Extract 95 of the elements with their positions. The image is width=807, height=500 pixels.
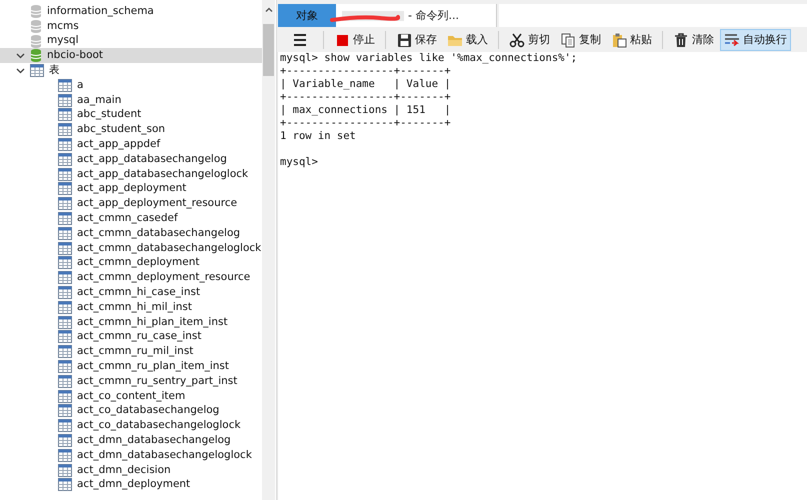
table-icon — [58, 168, 72, 181]
tree-item[interactable]: act_cmmn_ru_case_inst — [77, 330, 202, 344]
tree-item[interactable]: act_cmmn_hi_case_inst — [77, 286, 200, 300]
menu-icon — [292, 32, 308, 48]
tree-item[interactable]: mysql — [47, 34, 78, 48]
table-icon — [58, 94, 72, 107]
tree-item[interactable]: act_app_appdef — [77, 138, 160, 152]
tree-item[interactable]: act_co_databasechangelog — [77, 404, 220, 418]
table-icon — [58, 182, 72, 196]
table-icon — [58, 404, 72, 418]
tree-item[interactable]: act_dmn_databasechangelog — [77, 434, 231, 447]
trash-icon — [673, 32, 689, 48]
tab[interactable]: 对象 — [278, 4, 336, 27]
table-icon — [58, 419, 72, 432]
tree-item[interactable]: nbcio-boot — [0, 48, 262, 64]
tree-item[interactable]: aa_main — [77, 94, 122, 107]
copy-icon — [560, 32, 576, 48]
table-icon — [30, 64, 44, 78]
tree-item[interactable]: act_dmn_databasechangeloglock — [77, 448, 252, 462]
save-icon — [396, 32, 412, 48]
tree-item[interactable]: act_cmmn_databasechangelog — [77, 226, 240, 240]
console-line: +-----------------+-------+ — [280, 91, 452, 104]
console-line: +-----------------+-------+ — [280, 65, 452, 78]
table-icon — [58, 242, 72, 255]
tree-item[interactable]: 表 — [49, 64, 60, 78]
tree-item[interactable]: act_cmmn_ru_mil_inst — [77, 345, 194, 358]
table-icon — [58, 434, 72, 447]
console-line: 1 row in set — [280, 130, 357, 143]
toolbar-button[interactable]: 粘贴 — [607, 28, 656, 50]
tree-item[interactable]: act_dmn_decision — [77, 464, 171, 477]
tree-item[interactable]: act_co_databasechangeloglock — [77, 419, 241, 432]
tree-item[interactable]: information_schema — [47, 4, 154, 18]
table-icon — [58, 300, 72, 314]
toolbar-button[interactable]: 载入 — [443, 28, 492, 50]
table-icon — [58, 256, 72, 270]
tree-item[interactable]: act_cmmn_hi_plan_item_inst — [77, 316, 228, 329]
console-line: +-----------------+-------+ — [280, 117, 452, 130]
tree-item[interactable]: act_cmmn_ru_sentry_part_inst — [77, 374, 238, 388]
chevron-down-icon[interactable] — [16, 68, 25, 74]
tree-item[interactable]: act_cmmn_databasechangeloglock — [77, 242, 262, 255]
scroll-thumb[interactable] — [263, 24, 274, 76]
table-icon — [58, 286, 72, 300]
tree-item[interactable]: act_cmmn_hi_mil_inst — [77, 300, 192, 314]
tree-item[interactable]: act_cmmn_casedef — [77, 212, 178, 226]
database-icon — [30, 4, 42, 19]
tree-item[interactable]: act_co_content_item — [77, 390, 186, 403]
database-icon — [30, 48, 42, 64]
scroll-up-icon[interactable] — [264, 7, 272, 12]
toolbar-button[interactable]: 剪切 — [505, 28, 554, 50]
database-icon — [30, 18, 42, 34]
tree-item[interactable]: act_cmmn_deployment_resource — [77, 271, 250, 284]
tree-item[interactable]: a — [77, 78, 84, 92]
console-line: | max_connections | 151 | — [280, 104, 452, 117]
tree-item[interactable]: abc_student — [77, 108, 142, 122]
table-icon — [58, 464, 72, 477]
clipboard-icon — [611, 32, 627, 48]
table-icon — [58, 197, 72, 210]
tree-item[interactable]: act_dmn_deployment — [77, 478, 190, 492]
database-icon — [30, 34, 42, 48]
table-icon — [58, 138, 72, 152]
tree-item[interactable]: act_app_deployment — [77, 182, 186, 196]
table-icon — [58, 271, 72, 284]
tree-item[interactable]: abc_student_son — [77, 123, 166, 136]
table-icon — [58, 374, 72, 388]
tree-item[interactable]: act_app_deployment_resource — [77, 197, 238, 210]
table-icon — [58, 360, 72, 374]
table-icon — [58, 316, 72, 329]
table-icon — [58, 78, 72, 92]
console-line: | Variable_name | Value | — [280, 78, 452, 91]
tree-item[interactable]: act_app_databasechangeloglock — [77, 168, 248, 181]
chevron-down-icon[interactable] — [16, 52, 25, 59]
console-line: mysql> show variables like '%max_connections%'; — [280, 52, 578, 65]
scissors-icon — [509, 32, 525, 48]
tree-item[interactable]: act_app_databasechangelog — [77, 152, 227, 166]
toolbar-button[interactable]: 复制 — [556, 28, 605, 50]
console-prompt: mysql> — [280, 156, 319, 169]
table-icon — [58, 345, 72, 358]
table-icon — [58, 226, 72, 240]
table-icon — [58, 330, 72, 344]
wrap-icon — [724, 32, 740, 48]
tab-title: - 命令列... — [408, 8, 459, 23]
table-icon — [58, 152, 72, 166]
table-icon — [58, 212, 72, 226]
table-icon — [58, 123, 72, 136]
toolbar-button[interactable]: 保存 — [392, 28, 441, 50]
tree-item[interactable]: act_cmmn_ru_plan_item_inst — [77, 360, 229, 374]
table-icon — [58, 478, 72, 492]
tree-item[interactable]: act_cmmn_deployment — [77, 256, 200, 270]
table-icon — [58, 108, 72, 122]
toolbar-button[interactable]: 停止 — [330, 28, 379, 50]
tree-item[interactable]: mcms — [47, 20, 79, 33]
toolbar-button[interactable]: 清除 — [669, 28, 718, 50]
toolbar-button[interactable]: 自动换行 — [720, 28, 791, 50]
table-icon — [58, 390, 72, 403]
table-icon — [58, 448, 72, 462]
